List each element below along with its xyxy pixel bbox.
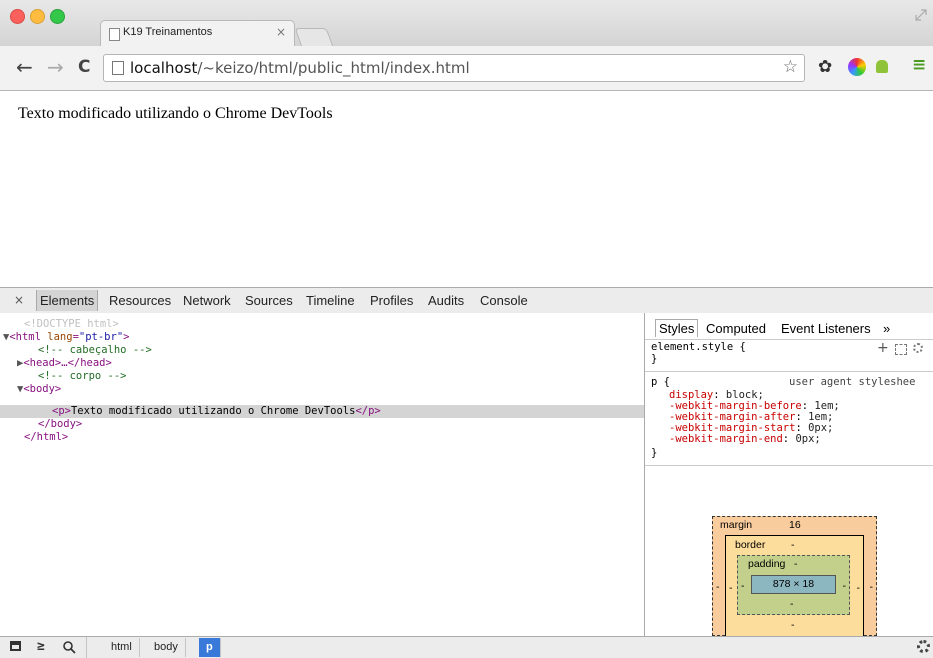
color-wheel-extension-icon[interactable] bbox=[848, 58, 866, 76]
margin-label: margin bbox=[720, 519, 753, 531]
devtools-settings-gear-icon[interactable] bbox=[917, 640, 930, 653]
element-style-selector[interactable]: element.style { bbox=[651, 342, 746, 353]
browser-toolbar: ← → C localhost/~keizo/html/public_html/… bbox=[0, 46, 933, 91]
tab-timeline[interactable]: Timeline bbox=[306, 293, 355, 308]
padding-bottom-value[interactable]: - bbox=[790, 598, 794, 610]
margin-right-value[interactable]: - bbox=[870, 581, 874, 593]
css-property[interactable]: -webkit-margin-end: 0px; bbox=[669, 434, 821, 445]
padding-label: padding bbox=[748, 558, 786, 570]
devtools-statusbar: ≥ html body p bbox=[0, 636, 933, 658]
page-icon bbox=[112, 61, 124, 75]
tab-title: K19 Treinamentos bbox=[123, 26, 213, 38]
page-viewport: Texto modificado utilizando o Chrome Dev… bbox=[0, 91, 933, 287]
back-icon[interactable]: ← bbox=[16, 55, 33, 79]
devtools-close-icon[interactable]: × bbox=[14, 293, 24, 307]
breadcrumb-body[interactable]: body bbox=[147, 638, 186, 657]
tab-sources[interactable]: Sources bbox=[245, 293, 293, 308]
tab-computed[interactable]: Computed bbox=[706, 321, 766, 336]
element-style-close: } bbox=[651, 353, 658, 365]
devtools-tabbar: × Elements Resources Network Sources Tim… bbox=[0, 287, 933, 314]
box-model-content[interactable]: 878 × 18 bbox=[751, 575, 836, 594]
tab-resources[interactable]: Resources bbox=[109, 293, 171, 308]
close-window-button[interactable] bbox=[10, 9, 25, 24]
tab-profiles[interactable]: Profiles bbox=[370, 293, 413, 308]
tab-event-listeners[interactable]: Event Listeners bbox=[781, 321, 871, 336]
padding-top-value[interactable]: - bbox=[794, 558, 798, 570]
document-icon bbox=[109, 28, 120, 41]
margin-left-value[interactable]: - bbox=[716, 581, 720, 593]
border-right-value[interactable]: - bbox=[857, 582, 861, 594]
minimize-window-button[interactable] bbox=[30, 9, 45, 24]
divider bbox=[645, 371, 933, 372]
dom-node-doctype[interactable]: <!DOCTYPE html> bbox=[0, 318, 668, 331]
border-top-value[interactable]: - bbox=[791, 539, 795, 551]
rule-origin: user agent styleshee bbox=[789, 376, 916, 388]
margin-top-value[interactable]: 16 bbox=[789, 519, 801, 531]
dom-node-html[interactable]: ▼<html lang="pt-br"> bbox=[0, 331, 647, 344]
android-extension-icon[interactable] bbox=[876, 60, 888, 73]
styles-sidebar: Styles Computed Event Listeners » elemen… bbox=[644, 313, 933, 637]
divider bbox=[86, 637, 87, 658]
breadcrumb-html[interactable]: html bbox=[104, 638, 140, 657]
tab-k19[interactable]: K19 Treinamentos × bbox=[100, 20, 295, 47]
border-left-value[interactable]: - bbox=[729, 582, 733, 594]
padding-left-value[interactable]: - bbox=[741, 580, 745, 592]
element-state-icon[interactable] bbox=[895, 344, 907, 355]
border-label: border bbox=[735, 539, 766, 551]
title-bar: K19 Treinamentos × bbox=[0, 0, 933, 47]
rule-selector[interactable]: p { bbox=[651, 377, 670, 388]
tab-console[interactable]: Console bbox=[480, 293, 528, 308]
dom-node-comment[interactable]: <!-- cabeçalho --> bbox=[0, 344, 682, 357]
browser-window: K19 Treinamentos × ← → C localhost/~keiz… bbox=[0, 0, 933, 658]
address-bar[interactable]: localhost/~keizo/html/public_html/index.… bbox=[103, 54, 805, 82]
dom-node-body[interactable]: ▼<body> bbox=[0, 383, 661, 396]
add-rule-icon[interactable]: + bbox=[877, 340, 889, 356]
reload-icon[interactable]: C bbox=[78, 57, 90, 77]
divider bbox=[645, 339, 933, 340]
more-tabs-icon[interactable]: » bbox=[883, 321, 890, 336]
tab-styles[interactable]: Styles bbox=[655, 319, 699, 337]
dock-icon[interactable] bbox=[10, 641, 21, 651]
fullscreen-icon[interactable] bbox=[915, 6, 927, 21]
dom-node-comment[interactable]: <!-- corpo --> bbox=[0, 370, 682, 383]
dom-node-head[interactable]: ▶<head>…</head> bbox=[0, 357, 661, 370]
menu-icon[interactable]: ≡ bbox=[912, 55, 926, 75]
breadcrumb-p[interactable]: p bbox=[199, 638, 221, 657]
dom-node-html-close[interactable]: </html> bbox=[0, 431, 668, 444]
dom-tree: <!DOCTYPE html> ▼<html lang="pt-br"> <!-… bbox=[0, 313, 644, 636]
border-bottom-value[interactable]: - bbox=[791, 619, 795, 631]
rule-close: } bbox=[651, 447, 658, 459]
gear-extension-icon[interactable]: ✿ bbox=[818, 57, 832, 77]
dom-node-p-selected[interactable]: <p>Texto modificado utilizando o Chrome … bbox=[0, 405, 644, 418]
box-model-padding[interactable]: padding - - - - 878 × 18 bbox=[737, 555, 850, 615]
console-drawer-icon[interactable]: ≥ bbox=[37, 639, 45, 654]
settings-gear-icon[interactable] bbox=[913, 343, 923, 353]
box-model-border[interactable]: border - - - - padding - - - - 878 × 18 bbox=[725, 535, 864, 637]
zoom-window-button[interactable] bbox=[50, 9, 65, 24]
tab-elements[interactable]: Elements bbox=[36, 290, 99, 311]
new-tab-button[interactable] bbox=[294, 28, 334, 47]
tab-audits[interactable]: Audits bbox=[428, 293, 464, 308]
tab-network[interactable]: Network bbox=[183, 293, 231, 308]
divider bbox=[645, 465, 933, 466]
padding-right-value[interactable]: - bbox=[843, 580, 847, 592]
tab-close-icon[interactable]: × bbox=[276, 25, 286, 39]
page-paragraph: Texto modificado utilizando o Chrome Dev… bbox=[18, 105, 333, 122]
dom-node-body-close[interactable]: </body> bbox=[0, 418, 682, 431]
url-text[interactable]: localhost/~keizo/html/public_html/index.… bbox=[130, 59, 470, 77]
bookmark-star-icon[interactable]: ☆ bbox=[783, 57, 798, 77]
box-model-margin[interactable]: margin 16 - - border - - - - padding - -… bbox=[712, 516, 877, 637]
forward-icon[interactable]: → bbox=[47, 55, 64, 79]
search-icon[interactable] bbox=[63, 641, 76, 654]
